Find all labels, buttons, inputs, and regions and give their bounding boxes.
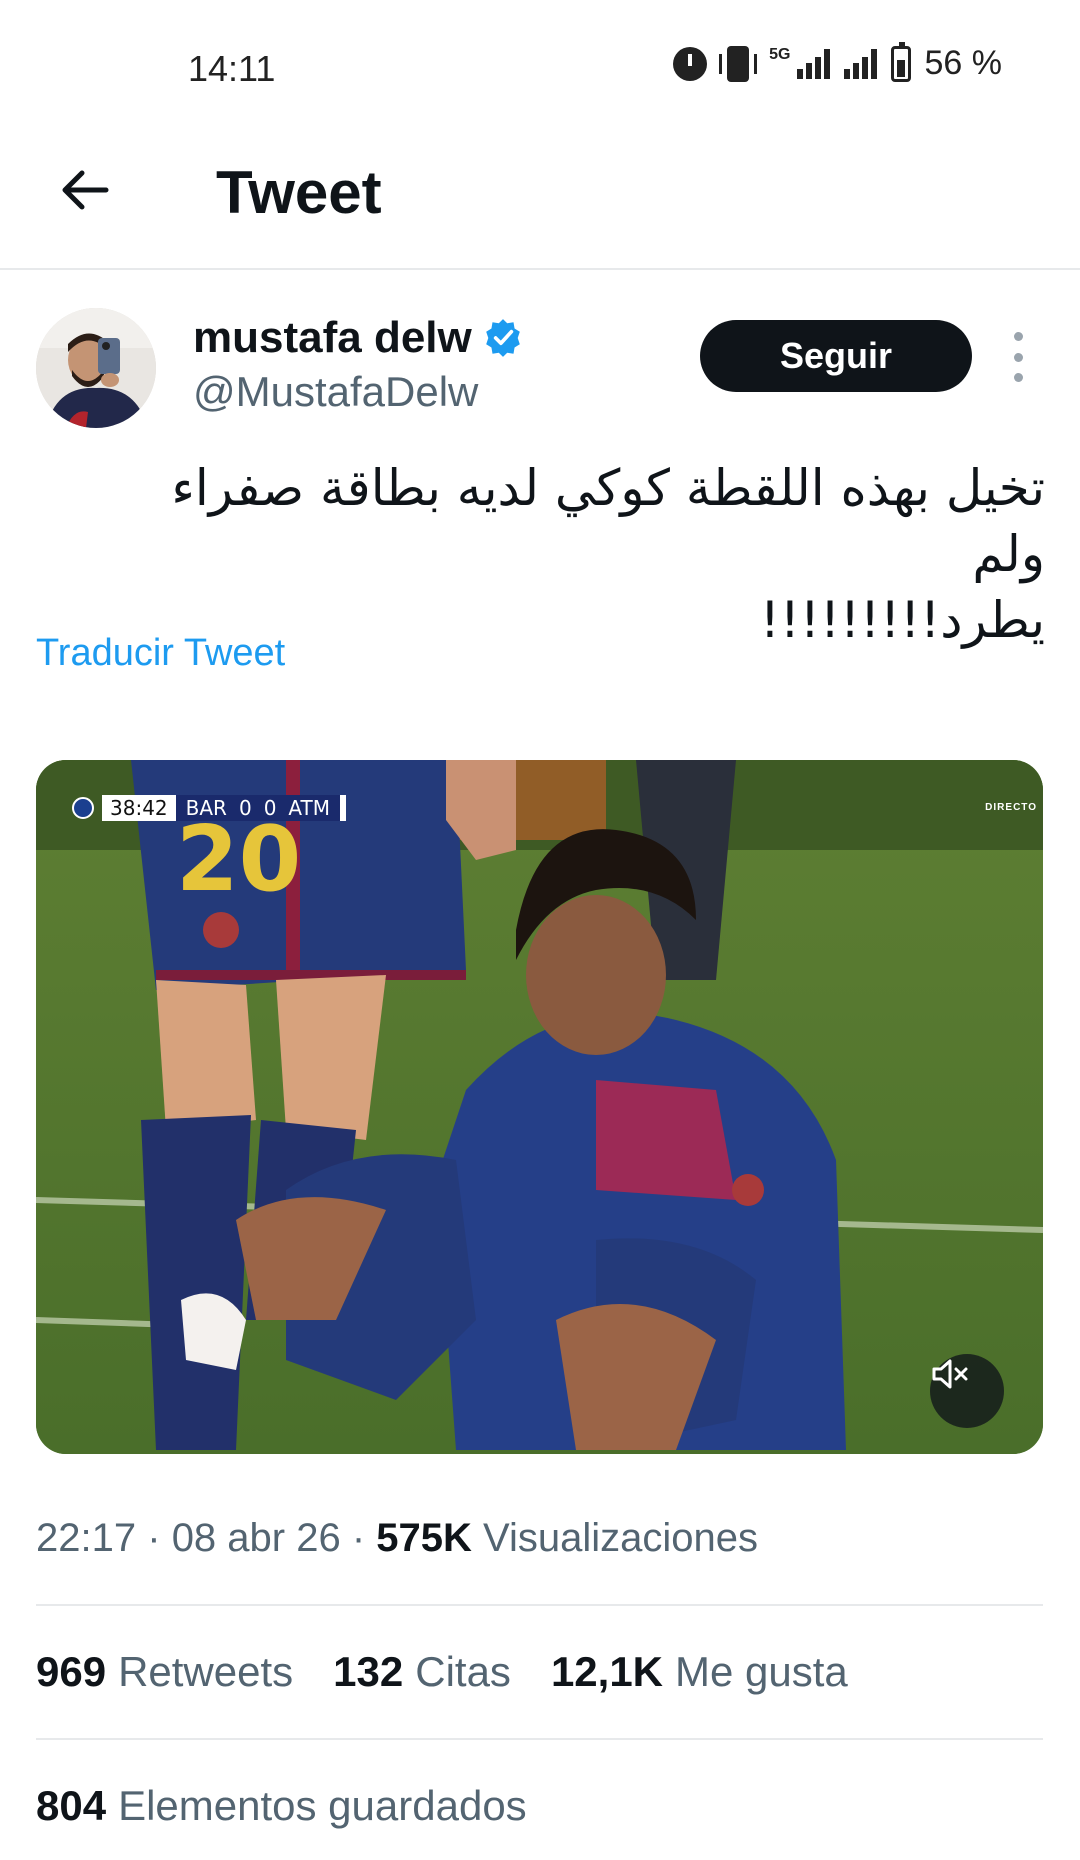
away-team: ATM	[288, 796, 331, 820]
bookmarks-stat[interactable]: 804 Elementos guardados	[36, 1782, 527, 1830]
meta-separator: ·	[147, 1516, 161, 1560]
retweets-count: 969	[36, 1648, 107, 1695]
views-count: 575K	[376, 1516, 472, 1560]
home-score: 0	[238, 796, 252, 820]
bookmarks-count: 804	[36, 1782, 107, 1829]
tweet-video[interactable]: 20 38:42 BAR 0 0 ATM DIRECTO	[36, 760, 1043, 1454]
battery-icon	[890, 41, 911, 82]
quotes-label: Citas	[415, 1648, 511, 1695]
author-name[interactable]: mustafa delw	[193, 313, 524, 363]
likes-count: 12,1K	[550, 1648, 664, 1695]
status-bar: 14:11 5G 56 %	[0, 0, 1080, 130]
more-options-icon[interactable]	[1008, 332, 1028, 382]
vibrate-icon	[719, 45, 758, 82]
status-icons: 5G 56 %	[673, 41, 1003, 83]
tweet-text-line-1: تخيل بهذه اللقطة كوكي لديه بطاقة صفراء و…	[171, 459, 1045, 583]
match-clock: 38:42	[102, 795, 176, 821]
retweets-label: Retweets	[118, 1648, 294, 1695]
quotes-count: 132	[333, 1648, 404, 1695]
network-type-label: 5G	[769, 46, 791, 63]
scoreboard: 38:42 BAR 0 0 ATM	[72, 794, 347, 822]
score-teams: BAR 0 0 ATM	[175, 795, 341, 821]
alarm-icon	[673, 46, 708, 81]
broadcast-label: DIRECTO	[985, 802, 1037, 813]
author-handle[interactable]: @MustafaDelw	[193, 368, 478, 416]
likes-label: Me gusta	[675, 1648, 848, 1695]
team-color-bar	[340, 795, 347, 821]
likes-stat[interactable]: 12,1K Me gusta	[551, 1648, 848, 1696]
avatar-image	[36, 308, 156, 428]
back-button[interactable]	[56, 160, 116, 220]
author-name-text: mustafa delw	[193, 313, 472, 362]
tweet-text: تخيل بهذه اللقطة كوكي لديه بطاقة صفراء و…	[120, 455, 1045, 653]
page-title: Tweet	[216, 159, 382, 226]
translate-tweet-link[interactable]: Traducir Tweet	[36, 632, 285, 675]
video-frame: 20	[36, 760, 1043, 1454]
status-time: 14:11	[188, 48, 276, 89]
battery-percent: 56 %	[924, 44, 1003, 82]
avatar[interactable]	[36, 308, 156, 428]
engagement-stats: 969 Retweets 132 Citas 12,1K Me gusta	[36, 1648, 848, 1696]
divider	[36, 1738, 1043, 1740]
tweet-meta: 22:17 · 08 abr 26 · 575K Visualizaciones	[36, 1516, 758, 1561]
quotes-stat[interactable]: 132 Citas	[333, 1648, 511, 1696]
tweet-time[interactable]: 22:17	[36, 1516, 136, 1560]
signal-icon	[843, 48, 877, 79]
mute-button[interactable]	[930, 1354, 1004, 1428]
home-team: BAR	[185, 796, 227, 820]
verified-badge-icon	[485, 319, 520, 357]
arrow-left-icon	[62, 170, 109, 210]
meta-separator: ·	[351, 1516, 366, 1560]
shirt-number: 20	[176, 807, 301, 912]
views-label: Visualizaciones	[483, 1516, 759, 1560]
divider	[36, 1604, 1043, 1606]
signal-5g-icon	[796, 48, 830, 79]
speaker-muted-icon	[932, 1359, 968, 1389]
retweets-stat[interactable]: 969 Retweets	[36, 1648, 293, 1696]
bookmarks-label: Elementos guardados	[118, 1782, 527, 1829]
tweet-date[interactable]: 08 abr 26	[172, 1516, 341, 1560]
away-score: 0	[263, 796, 277, 820]
top-app-bar: Tweet	[0, 130, 1080, 270]
competition-logo-icon	[72, 797, 94, 819]
follow-button[interactable]: Seguir	[700, 320, 972, 392]
